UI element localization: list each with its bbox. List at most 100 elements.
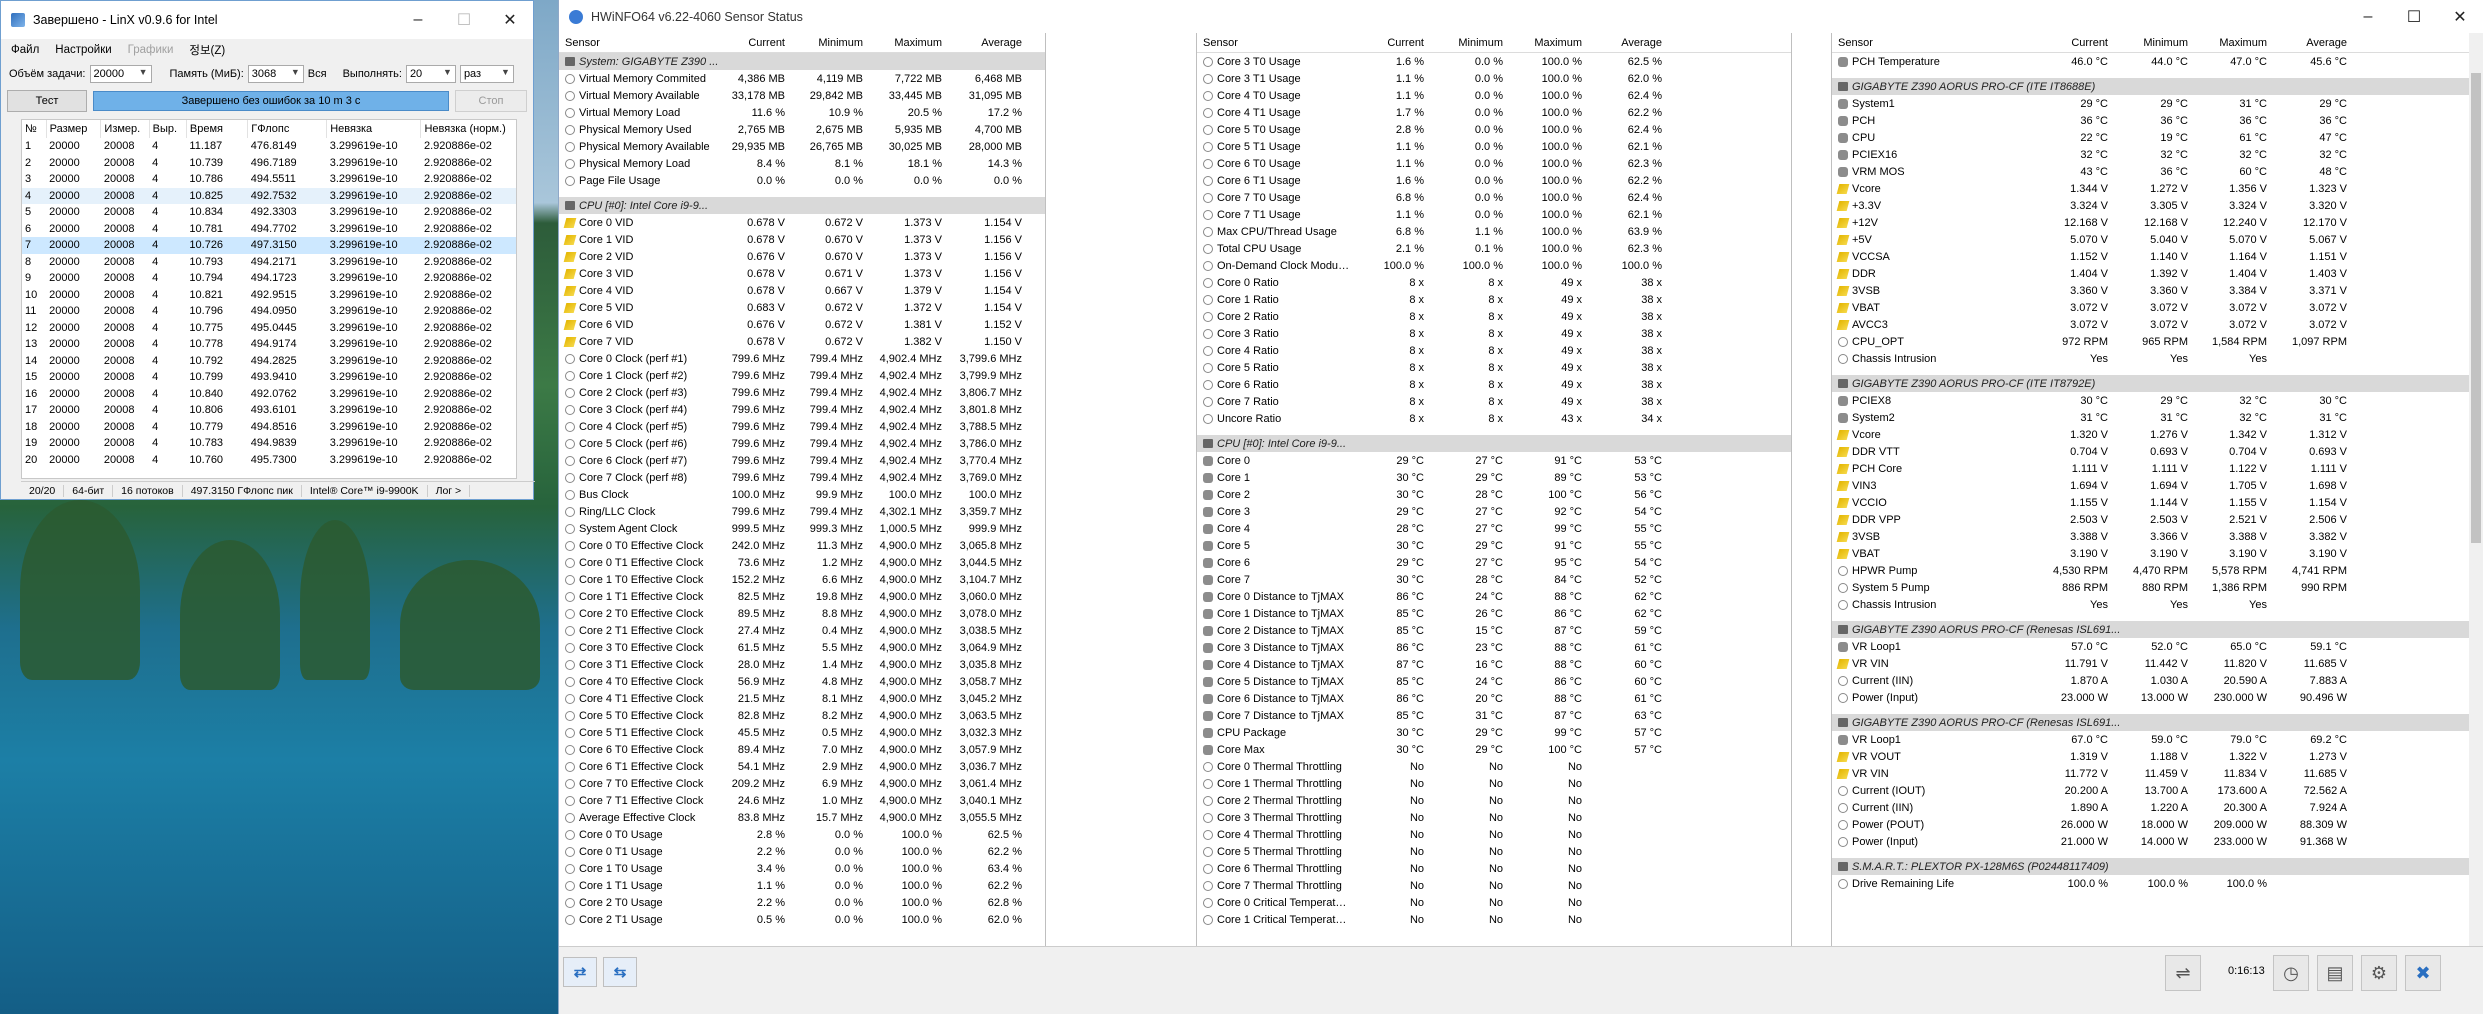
sensor-row[interactable]: VR VIN 11.772 V 11.459 V 11.834 V 11.685 V <box>1832 765 2469 782</box>
sensor-row[interactable]: Core 1 Distance to TjMAX 85 °C 26 °C 86 °C 6… <box>1197 605 1791 622</box>
expand-arrows-icon[interactable]: ⇆ <box>603 957 637 987</box>
sensor-row[interactable]: Core 3 T1 Usage 1.1 % 0.0 % 100.0 % 62.0 % <box>1197 70 1791 87</box>
sensor-row[interactable]: Core 2 T1 Usage 0.5 % 0.0 % 100.0 % 62.0 % <box>559 911 1045 928</box>
column-header[interactable]: № <box>22 120 47 138</box>
sensor-row[interactable]: +3.3V 3.324 V 3.305 V 3.324 V 3.320 V <box>1832 197 2469 214</box>
sensor-group-header[interactable]: GIGABYTE Z390 AORUS PRO-CF (Renesas ISL6… <box>1832 621 2469 638</box>
sensor-row[interactable]: CPU 22 °C 19 °C 61 °C 47 °C <box>1832 129 2469 146</box>
sensor-row[interactable]: Core 5 T0 Effective Clock 82.8 MHz 8.2 MHz… <box>559 707 1045 724</box>
run-count-select[interactable]: 20 ▼ <box>405 65 456 83</box>
sensor-row[interactable]: VBAT 3.190 V 3.190 V 3.190 V 3.190 V <box>1832 545 2469 562</box>
sensor-row[interactable]: System Agent Clock 999.5 MHz 999.3 MHz 1,00… <box>559 520 1045 537</box>
network-icon[interactable]: ⇌ <box>2165 955 2201 991</box>
column-header[interactable]: Average <box>2273 37 2353 49</box>
sensor-row[interactable]: Bus Clock 100.0 MHz 99.9 MHz 100.0 MHz 100.0… <box>559 486 1045 503</box>
sensor-row[interactable]: VR VIN 11.791 V 11.442 V 11.820 V 11.685 V <box>1832 655 2469 672</box>
sensor-row[interactable]: Power (Input) 23.000 W 13.000 W 230.000 W 90… <box>1832 689 2469 706</box>
exit-icon[interactable]: ✖ <box>2405 955 2441 991</box>
sensor-row[interactable]: Core 7 T0 Usage 6.8 % 0.0 % 100.0 % 62.4 % <box>1197 189 1791 206</box>
table-row[interactable]: 3 20000 20008 4 10.786 494.5511 3.299619e-10 2.… <box>22 171 516 188</box>
sensor-row[interactable]: DDR VPP 2.503 V 2.503 V 2.521 V 2.506 V <box>1832 511 2469 528</box>
column-header[interactable]: Выр. <box>149 120 187 138</box>
scrollbar-thumb[interactable] <box>2471 73 2481 543</box>
sensor-row[interactable]: Core 5 Ratio 8 x 8 x 49 x 38 x <box>1197 359 1791 376</box>
maximize-icon[interactable]: ☐ <box>2391 0 2437 33</box>
table-row[interactable]: 6 20000 20008 4 10.781 494.7702 3.299619e-10 2.… <box>22 221 516 238</box>
sensor-row[interactable]: Core 3 VID 0.678 V 0.671 V 1.373 V 1.156 V <box>559 265 1045 282</box>
sensor-row[interactable]: Core 1 T0 Usage 3.4 % 0.0 % 100.0 % 63.4 % <box>559 860 1045 877</box>
close-icon[interactable]: ✕ <box>487 1 533 39</box>
table-row[interactable]: 10 20000 20008 4 10.821 492.9515 3.299619e-10 2… <box>22 287 516 304</box>
sensor-row[interactable]: AVCC3 3.072 V 3.072 V 3.072 V 3.072 V <box>1832 316 2469 333</box>
minimize-icon[interactable]: – <box>2345 0 2391 33</box>
sensor-group-header[interactable]: GIGABYTE Z390 AORUS PRO-CF (ITE IT8792E) <box>1832 375 2469 392</box>
sensor-panel-1[interactable]: Sensor Current Minimum Maximum Average System… <box>559 33 1046 946</box>
sensor-row[interactable]: Core 5 30 °C 29 °C 91 °C 55 °C <box>1197 537 1791 554</box>
sensor-row[interactable]: Core 0 T1 Usage 2.2 % 0.0 % 100.0 % 62.2 % <box>559 843 1045 860</box>
sensor-row[interactable]: Physical Memory Load 8.4 % 8.1 % 18.1 % 14.3… <box>559 155 1045 172</box>
sensor-row[interactable]: Core 4 VID 0.678 V 0.667 V 1.379 V 1.154 V <box>559 282 1045 299</box>
sensor-row[interactable]: Page File Usage 0.0 % 0.0 % 0.0 % 0.0 % <box>559 172 1045 189</box>
sensor-row[interactable]: PCH Core 1.111 V 1.111 V 1.122 V 1.111 V <box>1832 460 2469 477</box>
sensor-row[interactable]: Chassis Intrusion Yes Yes Yes <box>1832 350 2469 367</box>
sensor-row[interactable]: Core 5 T1 Usage 1.1 % 0.0 % 100.0 % 62.1 % <box>1197 138 1791 155</box>
sensor-row[interactable]: PCH 36 °C 36 °C 36 °C 36 °C <box>1832 112 2469 129</box>
sensor-row[interactable]: Physical Memory Used 2,765 MB 2,675 MB 5,93… <box>559 121 1045 138</box>
sensor-row[interactable]: Core 4 28 °C 27 °C 99 °C 55 °C <box>1197 520 1791 537</box>
sensor-scrollbar[interactable] <box>2469 33 2483 946</box>
sensor-row[interactable]: System 5 Pump 886 RPM 880 RPM 1,386 RPM 990 … <box>1832 579 2469 596</box>
stop-button[interactable]: Стоп <box>455 90 527 112</box>
sensor-row[interactable]: Core 7 30 °C 28 °C 84 °C 52 °C <box>1197 571 1791 588</box>
column-header[interactable]: Average <box>948 37 1028 49</box>
sensor-row[interactable]: Core 1 Clock (perf #2) 799.6 MHz 799.4 MHz… <box>559 367 1045 384</box>
sensor-row[interactable]: Core 1 VID 0.678 V 0.670 V 1.373 V 1.156 V <box>559 231 1045 248</box>
sensor-row[interactable]: Core 1 30 °C 29 °C 89 °C 53 °C <box>1197 469 1791 486</box>
sensor-row[interactable]: Core 3 29 °C 27 °C 92 °C 54 °C <box>1197 503 1791 520</box>
column-header[interactable]: Sensor <box>1197 37 1350 49</box>
sensor-row[interactable]: Power (Input) 21.000 W 14.000 W 233.000 W 91… <box>1832 833 2469 850</box>
table-row[interactable]: 17 20000 20008 4 10.806 493.6101 3.299619e-10 2… <box>22 402 516 419</box>
report-icon[interactable]: ▤ <box>2317 955 2353 991</box>
sensor-row[interactable]: Vcore 1.320 V 1.276 V 1.342 V 1.312 V <box>1832 426 2469 443</box>
sensor-row[interactable]: VR VOUT 1.319 V 1.188 V 1.322 V 1.273 V <box>1832 748 2469 765</box>
sensor-row[interactable]: Core 3 Ratio 8 x 8 x 49 x 38 x <box>1197 325 1791 342</box>
column-header[interactable]: Minimum <box>2114 37 2194 49</box>
column-header[interactable]: Невязка <box>326 120 422 138</box>
sensor-row[interactable]: VCCIO 1.155 V 1.144 V 1.155 V 1.154 V <box>1832 494 2469 511</box>
sensor-row[interactable]: Core 4 T0 Effective Clock 56.9 MHz 4.8 MHz… <box>559 673 1045 690</box>
table-row[interactable]: 12 20000 20008 4 10.775 495.0445 3.299619e-10 2… <box>22 320 516 337</box>
sensor-row[interactable]: Total CPU Usage 2.1 % 0.1 % 100.0 % 62.3 % <box>1197 240 1791 257</box>
table-row[interactable]: 13 20000 20008 4 10.778 494.9174 3.299619e-10 2… <box>22 336 516 353</box>
sensor-row[interactable]: Core 0 VID 0.678 V 0.672 V 1.373 V 1.154 V <box>559 214 1045 231</box>
column-header[interactable]: Maximum <box>869 37 948 49</box>
table-row[interactable]: 19 20000 20008 4 10.783 494.9839 3.299619e-10 2… <box>22 435 516 452</box>
table-row[interactable]: 16 20000 20008 4 10.840 492.0762 3.299619e-10 2… <box>22 386 516 403</box>
close-icon[interactable]: ✕ <box>2437 0 2483 33</box>
sensor-row[interactable]: Physical Memory Available 29,935 MB 26,765… <box>559 138 1045 155</box>
sensor-row[interactable]: CPU_OPT 972 RPM 965 RPM 1,584 RPM 1,097 RPM <box>1832 333 2469 350</box>
sensor-row[interactable]: DDR 1.404 V 1.392 V 1.404 V 1.403 V <box>1832 265 2469 282</box>
sensor-row[interactable]: Core 0 T0 Effective Clock 242.0 MHz 11.3 M… <box>559 537 1045 554</box>
table-row[interactable]: 20 20000 20008 4 10.760 495.7300 3.299619e-10 2… <box>22 452 516 469</box>
sensor-row[interactable]: Max CPU/Thread Usage 6.8 % 1.1 % 100.0 % 63.… <box>1197 223 1791 240</box>
table-row[interactable]: 8 20000 20008 4 10.793 494.2171 3.299619e-10 2.… <box>22 254 516 271</box>
sensor-row[interactable]: Core 6 T1 Effective Clock 54.1 MHz 2.9 MHz… <box>559 758 1045 775</box>
sensor-row[interactable]: VR Loop1 67.0 °C 59.0 °C 79.0 °C 69.2 °C <box>1832 731 2469 748</box>
sensor-row[interactable]: VCCSA 1.152 V 1.140 V 1.164 V 1.151 V <box>1832 248 2469 265</box>
sensor-row[interactable]: Core 0 Ratio 8 x 8 x 49 x 38 x <box>1197 274 1791 291</box>
minimize-icon[interactable]: – <box>395 1 441 39</box>
sensor-row[interactable]: Core 7 T1 Effective Clock 24.6 MHz 1.0 MHz… <box>559 792 1045 809</box>
sensor-row[interactable]: Current (IOUT) 20.200 A 13.700 A 173.600 A 7… <box>1832 782 2469 799</box>
settings-icon[interactable]: ⚙ <box>2361 955 2397 991</box>
menu-graphs[interactable]: Графики <box>128 44 174 56</box>
sensor-row[interactable]: Core 6 Thermal Throttling No No No <box>1197 860 1791 877</box>
sensor-group-header[interactable]: CPU [#0]: Intel Core i9-9... <box>559 197 1045 214</box>
table-row[interactable]: 4 20000 20008 4 10.825 492.7532 3.299619e-10 2.… <box>22 187 516 204</box>
sensor-row[interactable]: Core 4 T1 Usage 1.7 % 0.0 % 100.0 % 62.2 % <box>1197 104 1791 121</box>
sensor-row[interactable]: Core 7 T0 Effective Clock 209.2 MHz 6.9 MH… <box>559 775 1045 792</box>
menu-settings[interactable]: Настройки <box>55 44 111 56</box>
sensor-row[interactable]: Core 1 T0 Effective Clock 152.2 MHz 6.6 MH… <box>559 571 1045 588</box>
sensor-row[interactable]: Virtual Memory Available 33,178 MB 29,842 … <box>559 87 1045 104</box>
clock-icon[interactable]: ◷ <box>2273 955 2309 991</box>
sensor-row[interactable]: Core 3 T0 Usage 1.6 % 0.0 % 100.0 % 62.5 % <box>1197 53 1791 70</box>
